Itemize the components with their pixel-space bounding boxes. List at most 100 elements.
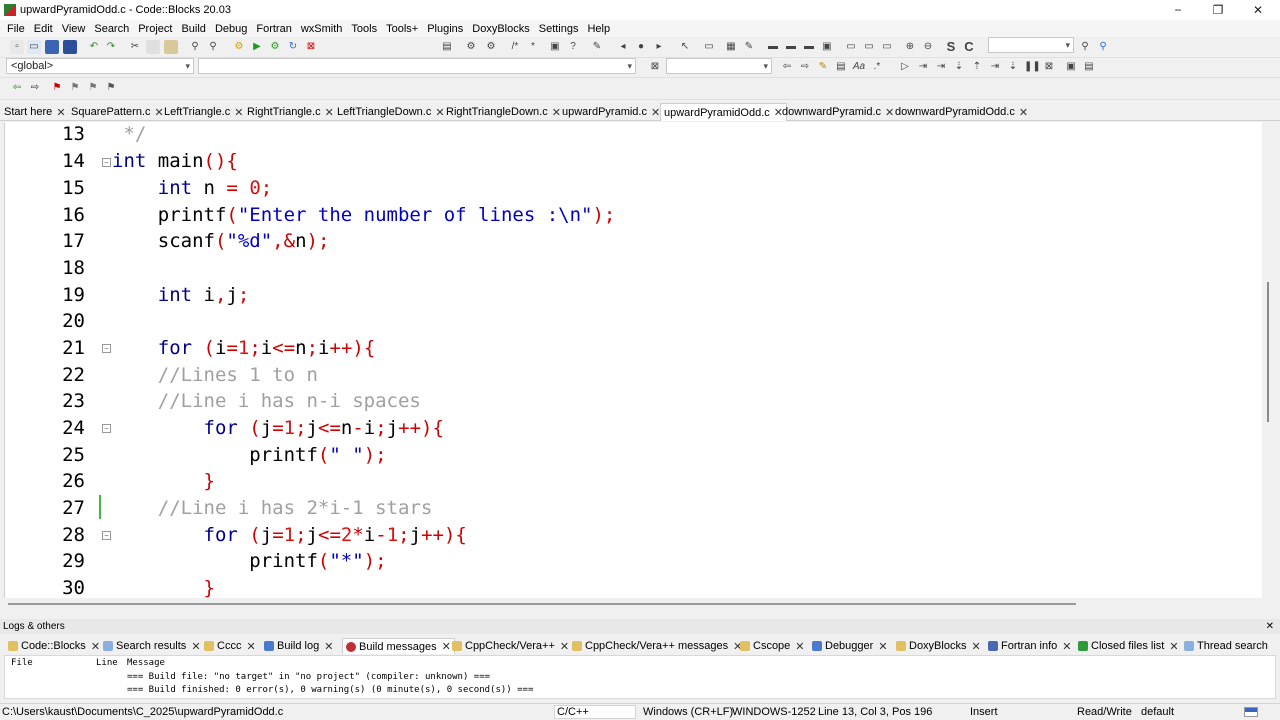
step-into-icon[interactable]: ⇣	[952, 60, 966, 74]
tab-fortran-info[interactable]: Fortran info ✕	[988, 638, 1071, 654]
editor-vertical-scrollbar[interactable]	[1264, 122, 1278, 598]
copy-icon[interactable]	[146, 40, 160, 54]
doxy-icon[interactable]: ▣	[548, 40, 562, 54]
search-symbol-icon[interactable]: ⊠	[648, 60, 662, 74]
step-out-icon[interactable]: ⇡	[970, 60, 984, 74]
stop-debug-icon[interactable]: ⊠	[1042, 60, 1056, 74]
tab-lefttriangledown[interactable]: LeftTriangleDown.c ✕	[337, 103, 445, 121]
menu-plugins[interactable]: Plugins	[424, 23, 469, 35]
tab-upwardpyramid[interactable]: upwardPyramid.c ✕	[562, 103, 660, 121]
editor-horizontal-scrollbar[interactable]	[4, 598, 1262, 610]
tab-start-here[interactable]: Start here ✕	[4, 103, 66, 121]
next-instruction-icon[interactable]: ⇥	[988, 60, 1002, 74]
tab-cppcheck-messages[interactable]: CppCheck/Vera++ messages ✕	[572, 638, 742, 654]
menu-project[interactable]: Project	[135, 23, 178, 35]
save-icon[interactable]	[45, 40, 59, 54]
code-line[interactable]: printf("*");	[112, 548, 386, 575]
pause-icon[interactable]: ❚❚	[1024, 60, 1041, 74]
tab-close-icon[interactable]: ✕	[885, 106, 894, 119]
scope-combo[interactable]: <global> ▾	[6, 58, 194, 74]
debug-windows-icon[interactable]: ▣	[1064, 60, 1078, 74]
menu-wxsmith[interactable]: wxSmith	[298, 23, 349, 35]
nav-back-icon[interactable]: ⇦	[780, 60, 794, 74]
zoom-in-icon[interactable]: ⊕	[903, 40, 917, 54]
target-dialog-icon[interactable]: ▤	[440, 40, 454, 54]
close-button[interactable]: ✕	[1238, 0, 1278, 20]
menu-view[interactable]: View	[59, 23, 92, 35]
column-header-message[interactable]: Message	[127, 658, 165, 668]
s-icon[interactable]: S	[944, 40, 958, 54]
tab-close-icon[interactable]: ✕	[325, 106, 334, 119]
fold-marker[interactable]: −	[102, 344, 111, 353]
zoom-out-icon[interactable]: ⊖	[921, 40, 935, 54]
code-line[interactable]: }	[112, 468, 215, 495]
tab-codeblocks-log[interactable]: Code::Blocks ✕	[8, 638, 100, 654]
selection-icon[interactable]: ▤	[834, 60, 848, 74]
debug-continue-icon[interactable]: ⚙	[484, 40, 498, 54]
menu-settings[interactable]: Settings	[536, 23, 585, 35]
build-messages-list[interactable]: File Line Message === Build file: "no ta…	[4, 655, 1276, 699]
clear-bookmarks-icon[interactable]: ⚑	[104, 81, 118, 95]
fold-marker[interactable]: −	[102, 531, 111, 540]
code-line[interactable]: int main(){	[112, 148, 238, 175]
shape2-icon[interactable]: ▭	[862, 40, 876, 54]
menu-tools-plus[interactable]: Tools+	[383, 23, 424, 35]
debug-info-icon[interactable]: ▤	[1082, 60, 1096, 74]
replace-icon[interactable]: ⚲	[206, 40, 220, 54]
tab-righttriangle[interactable]: RightTriangle.c ✕	[247, 103, 334, 121]
menu-file[interactable]: File	[4, 23, 31, 35]
fold-marker[interactable]: −	[102, 158, 111, 167]
tab-close-icon[interactable]: ✕	[234, 106, 243, 119]
tab-thread-search[interactable]: Thread search	[1184, 638, 1268, 654]
next-bookmark-icon[interactable]: ⇨	[28, 81, 42, 95]
step-forward-icon[interactable]: ▸	[652, 40, 666, 54]
tab-downwardpyramid[interactable]: downwardPyramid.c ✕	[782, 103, 894, 121]
tab-close-icon[interactable]: ✕	[155, 106, 164, 119]
block1-icon[interactable]: ▬	[766, 40, 780, 54]
menu-build[interactable]: Build	[178, 23, 211, 35]
maximize-button[interactable]: ❐	[1198, 0, 1238, 20]
run-icon[interactable]: ▶	[250, 40, 264, 54]
save-all-icon[interactable]	[63, 40, 77, 54]
menu-help[interactable]: Help	[584, 23, 616, 35]
tab-cccc[interactable]: Cccc ✕	[204, 638, 256, 654]
tab-close-icon[interactable]: ✕	[651, 106, 660, 119]
build-gear-icon[interactable]: ⚙	[232, 40, 246, 54]
menu-search[interactable]: Search	[91, 23, 135, 35]
column-header-file[interactable]: File	[11, 658, 33, 668]
paste-icon[interactable]	[164, 40, 178, 54]
tab-close-icon[interactable]: ✕	[56, 106, 65, 119]
menu-doxyblocks[interactable]: DoxyBlocks	[469, 23, 535, 35]
scroll-thumb[interactable]	[8, 603, 1076, 605]
prev-bookmark-icon[interactable]: ⇦	[10, 81, 24, 95]
toggle-bookmark-icon[interactable]: ⚑	[50, 81, 64, 95]
code-line[interactable]: }	[112, 575, 215, 598]
tab-righttriangledown[interactable]: RightTriangleDown.c ✕	[446, 103, 561, 121]
search-options-icon[interactable]: ⚲	[1096, 40, 1110, 54]
shape3-icon[interactable]: ▭	[880, 40, 894, 54]
abort-icon[interactable]: ⊠	[304, 40, 318, 54]
tab-downwardpyramidodd[interactable]: downwardPyramidOdd.c ✕	[895, 103, 1028, 121]
text-icon[interactable]: Aa	[852, 60, 866, 74]
redo-icon[interactable]: ↷	[104, 40, 118, 54]
tab-close-icon[interactable]: ✕	[1019, 106, 1028, 119]
menu-edit[interactable]: Edit	[31, 23, 59, 35]
tab-close-icon[interactable]: ✕	[552, 106, 561, 119]
tab-lefttriangle[interactable]: LeftTriangle.c ✕	[164, 103, 243, 121]
menu-fortran[interactable]: Fortran	[253, 23, 297, 35]
column-header-line[interactable]: Line	[96, 658, 118, 668]
step-back-icon[interactable]: ◂	[616, 40, 630, 54]
close-icon[interactable]: ✕	[1266, 619, 1274, 634]
undo-icon[interactable]: ↶	[87, 40, 101, 54]
scroll-thumb[interactable]	[1267, 282, 1269, 422]
tab-search-results[interactable]: Search results ✕	[103, 638, 201, 654]
new-file-icon[interactable]: ▫	[10, 40, 24, 54]
bookmark-prev-icon[interactable]: ⚑	[68, 81, 82, 95]
wrench-icon[interactable]: ✎	[590, 40, 604, 54]
help-icon[interactable]: ?	[566, 40, 580, 54]
symbol-combo[interactable]: ▾	[198, 58, 636, 74]
search-combo[interactable]: ▾	[988, 37, 1074, 53]
tab-build-messages[interactable]: Build messages ✕	[342, 638, 455, 654]
menu-debug[interactable]: Debug	[212, 23, 253, 35]
tab-squarepattern[interactable]: SquarePattern.c ✕	[71, 103, 164, 121]
